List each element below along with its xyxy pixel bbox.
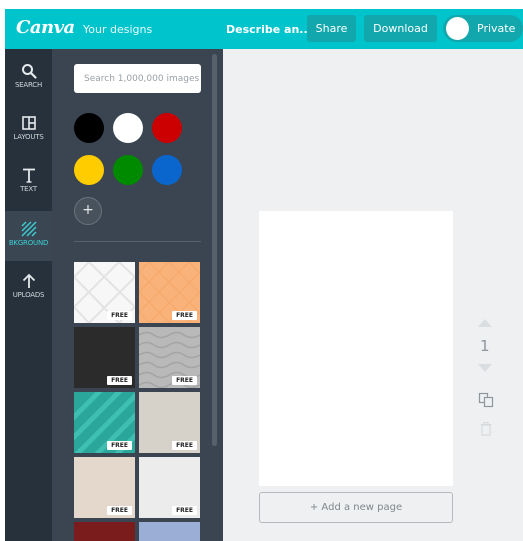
design-page[interactable]	[259, 211, 453, 486]
rail-label: LAYOUTS	[13, 133, 44, 141]
free-badge: FREE	[172, 506, 197, 515]
background-tile-teal-stripes[interactable]: FREE	[74, 392, 135, 453]
background-tile-red-pattern[interactable]	[74, 522, 135, 541]
canvas-area: + Add a new page 1	[223, 49, 523, 541]
add-page-button[interactable]: + Add a new page	[259, 492, 453, 523]
rail-item-layouts[interactable]: LAYOUTS	[5, 105, 52, 155]
toggle-knob	[446, 17, 469, 40]
delete-page-icon[interactable]	[480, 422, 492, 436]
upload-icon	[22, 273, 35, 288]
download-button[interactable]: Download	[364, 15, 437, 42]
background-tile-white-diamond[interactable]: FREE	[74, 262, 135, 323]
canva-editor-window: Canva Your designs Describe an... Share …	[0, 0, 523, 541]
rail-label: TEXT	[20, 185, 37, 193]
background-tile-peach-diamond[interactable]: FREE	[139, 262, 200, 323]
free-badge: FREE	[172, 311, 197, 320]
add-color-button[interactable]: +	[74, 197, 102, 225]
layouts-icon	[21, 116, 36, 130]
rail-label: UPLOADS	[12, 291, 45, 299]
rail-item-text[interactable]: TEXT	[5, 157, 52, 207]
rail-item-search[interactable]: SEARCH	[5, 53, 52, 103]
free-badge: FREE	[172, 441, 197, 450]
private-toggle[interactable]: Private	[443, 15, 523, 42]
top-bar: Canva Your designs Describe an... Share …	[5, 9, 523, 49]
panel-scrollbar[interactable]	[212, 54, 217, 446]
color-swatch-green[interactable]	[113, 155, 143, 185]
move-page-up-icon[interactable]	[478, 319, 492, 327]
background-panel: + FREE FREE FREE FREE	[52, 49, 223, 541]
search-icon	[21, 64, 37, 79]
move-page-down-icon[interactable]	[478, 364, 492, 372]
free-badge: FREE	[107, 506, 132, 515]
your-designs-link[interactable]: Your designs	[83, 23, 152, 36]
free-badge: FREE	[107, 311, 132, 320]
free-badge: FREE	[107, 441, 132, 450]
background-tile-white-marble[interactable]: FREE	[139, 457, 200, 518]
left-rail: SEARCH LAYOUTS TEXT BKGROUND UPLOADS	[5, 49, 52, 541]
background-tile-grey-wave[interactable]: FREE	[139, 327, 200, 388]
color-swatch-red[interactable]	[152, 113, 182, 143]
color-swatch-black[interactable]	[74, 113, 104, 143]
page-number: 1	[480, 337, 490, 355]
private-label: Private	[477, 22, 516, 35]
background-icon	[21, 221, 36, 237]
canva-logo[interactable]: Canva	[16, 17, 75, 38]
free-badge: FREE	[172, 376, 197, 385]
image-search-input[interactable]	[74, 64, 201, 93]
free-badge: FREE	[107, 376, 132, 385]
share-button[interactable]: Share	[307, 15, 356, 42]
background-tile-blue-pattern[interactable]	[139, 522, 200, 541]
copy-page-icon[interactable]	[478, 392, 494, 408]
document-title[interactable]: Describe an...	[226, 23, 312, 36]
rail-item-uploads[interactable]: UPLOADS	[5, 263, 52, 313]
color-swatch-yellow[interactable]	[74, 155, 104, 185]
background-tile-cream-texture[interactable]: FREE	[74, 457, 135, 518]
rail-label: SEARCH	[14, 81, 43, 89]
text-icon	[22, 168, 35, 183]
color-swatch-white[interactable]	[113, 113, 143, 143]
background-tile-dark-texture[interactable]: FREE	[74, 327, 135, 388]
rail-item-background[interactable]: BKGROUND	[5, 211, 52, 261]
background-tile-beige-texture[interactable]: FREE	[139, 392, 200, 453]
panel-divider	[74, 241, 201, 242]
color-swatch-blue[interactable]	[152, 155, 182, 185]
rail-label: BKGROUND	[8, 239, 49, 247]
